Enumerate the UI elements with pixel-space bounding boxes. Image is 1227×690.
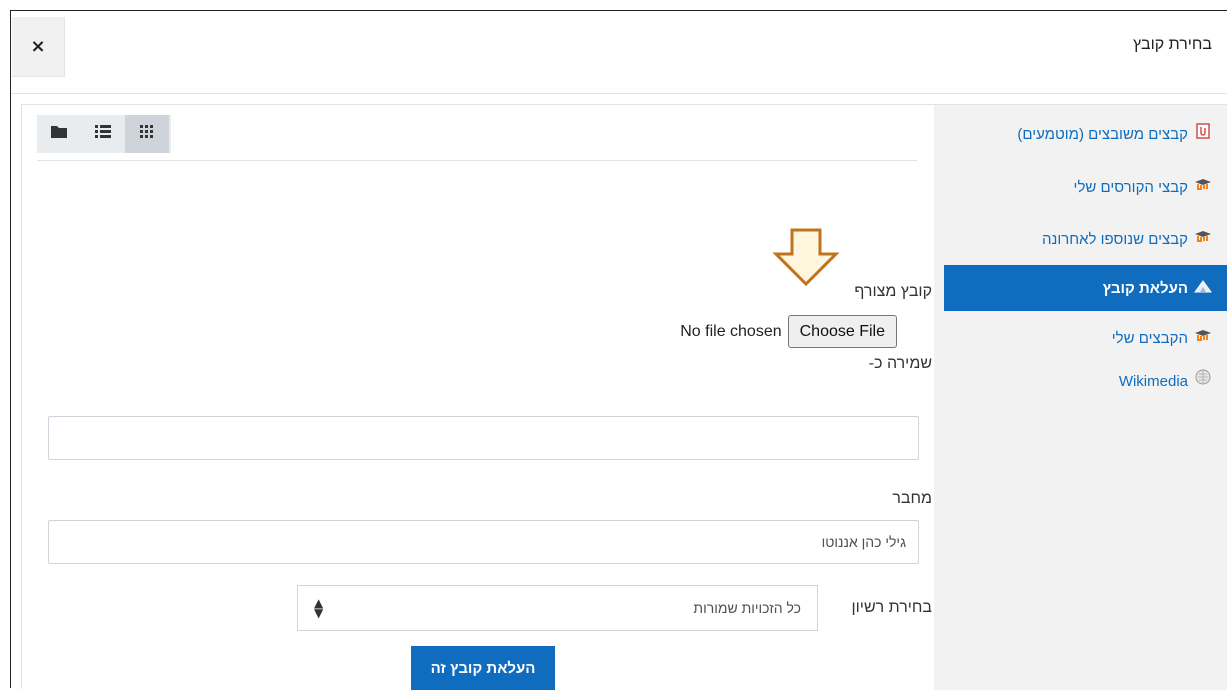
- sidebar-item-embedded-files[interactable]: קבצים משובצים (מוטמעים): [944, 113, 1227, 156]
- license-select[interactable]: כל הזכויות שמורות ▲ ▼: [297, 585, 818, 631]
- sidebar-item-label: קבצים שנוספו לאחרונה: [1041, 231, 1188, 248]
- repository-sidebar: קבצים משובצים (מוטמעים) קבצי הקורסים שלי…: [934, 105, 1227, 690]
- grid-icon: [140, 124, 154, 144]
- upload-this-file-button[interactable]: העלאת קובץ זה: [411, 646, 555, 690]
- author-field[interactable]: [48, 520, 919, 564]
- sidebar-item-my-files[interactable]: הקבצים שלי: [944, 317, 1227, 360]
- folder-icon: [51, 125, 67, 143]
- choose-file-button[interactable]: Choose File: [787, 315, 897, 348]
- sidebar-item-upload-file[interactable]: העלאת קובץ: [944, 265, 1227, 311]
- close-icon: ×: [30, 36, 46, 57]
- view-toolbar: [37, 115, 171, 153]
- toolbar-divider: [37, 160, 917, 161]
- dialog-body: קבצים משובצים (מוטמעים) קבצי הקורסים שלי…: [21, 104, 1227, 690]
- annotation-arrow-icon: [772, 228, 842, 291]
- file-picker-dialog: × בחירת קובץ קבצים משובצים (מוטמעים) קבצ…: [10, 10, 1227, 690]
- sidebar-item-label: הקבצים שלי: [1111, 330, 1188, 347]
- license-label: בחירת רשיון: [851, 599, 932, 616]
- save-as-label: שמירה כ-: [868, 355, 932, 372]
- grid-view-button[interactable]: [125, 115, 169, 153]
- upload-icon: [1194, 265, 1212, 311]
- close-button[interactable]: ×: [12, 17, 65, 77]
- author-label: מחבר: [892, 490, 932, 507]
- attachment-label: קובץ מצורף: [854, 283, 932, 300]
- save-as-field[interactable]: [48, 416, 919, 460]
- mortarboard-icon: [1194, 166, 1212, 209]
- dialog-title: בחירת קובץ: [1132, 36, 1212, 53]
- sidebar-item-recent-files[interactable]: קבצים שנוספו לאחרונה: [944, 218, 1227, 261]
- select-arrows-icon: ▲ ▼: [314, 596, 324, 620]
- sidebar-item-label: קבצים משובצים (מוטמעים): [1017, 126, 1188, 143]
- sidebar-item-label: קבצי הקורסים שלי: [1073, 179, 1188, 196]
- no-file-text: No file chosen: [680, 322, 782, 340]
- mortarboard-icon: [1194, 317, 1212, 360]
- clip-icon: [1194, 113, 1212, 156]
- sidebar-item-wikimedia[interactable]: Wikimedia: [944, 360, 1227, 403]
- dialog-header: × בחירת קובץ: [11, 11, 1227, 94]
- sidebar-item-label: העלאת קובץ: [1102, 280, 1188, 297]
- sidebar-item-label: Wikimedia: [1118, 373, 1188, 390]
- license-selected-value: כל הזכויות שמורות: [693, 600, 801, 616]
- wikimedia-icon: [1194, 360, 1212, 403]
- file-chooser: No file chosen Choose File: [680, 315, 897, 348]
- list-view-button[interactable]: [81, 115, 125, 153]
- sidebar-item-course-files[interactable]: קבצי הקורסים שלי: [944, 166, 1227, 209]
- folder-view-button[interactable]: [37, 115, 81, 153]
- list-icon: [95, 125, 111, 143]
- mortarboard-icon: [1194, 218, 1212, 261]
